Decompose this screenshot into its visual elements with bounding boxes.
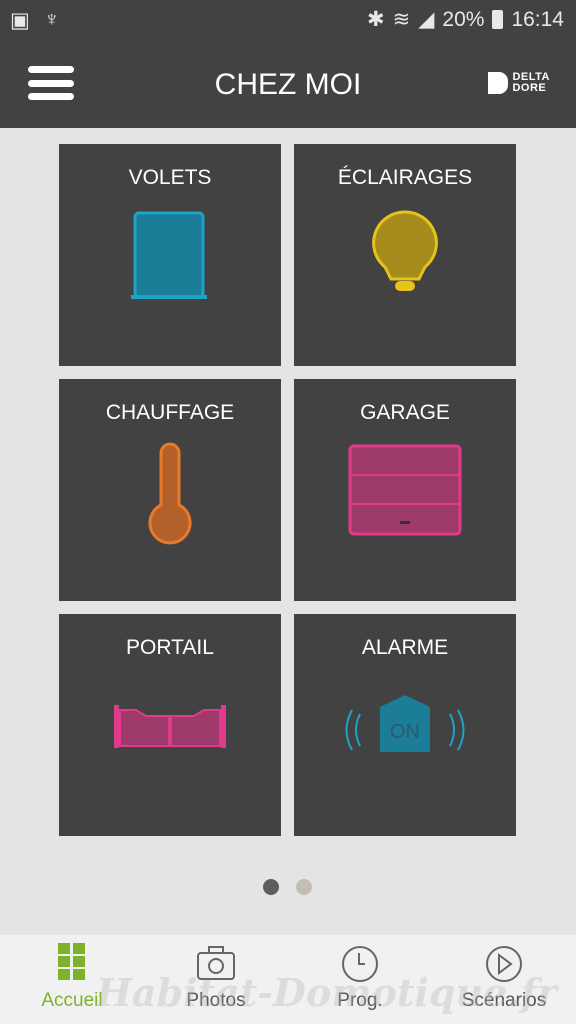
tile-alarme[interactable]: ALARME ON [294,614,516,836]
shutter-icon [131,211,207,299]
bottom-nav: Accueil Photos Prog. Scénarios [0,935,576,1024]
tile-eclairages[interactable]: ÉCLAIRAGES [294,144,516,366]
nav-label: Photos [186,990,246,1011]
camera-icon [197,946,235,980]
nav-label: Prog. [337,990,383,1011]
bluetooth-icon: ✱ [367,8,385,31]
nav-photos[interactable]: Photos [144,935,288,1024]
battery-icon [492,10,504,29]
alarm-icon: ON [345,695,465,752]
clock-icon [342,946,378,982]
page-dot[interactable] [296,879,312,895]
page-dot-active[interactable] [263,879,279,895]
grid-icon [58,943,85,980]
delta-dore-logo: DELTA DORE [488,72,550,94]
bulb-icon [372,210,438,291]
clock-time: 16:14 [511,7,564,31]
page-indicator [263,879,312,895]
usb-debug-icon: ♆ [43,8,60,31]
nav-label: Scénarios [461,990,547,1011]
nav-label: Accueil [41,990,103,1011]
alarm-status-badge: ON [390,721,420,743]
signal-icon: ◢ [418,8,435,31]
gate-icon [114,705,226,748]
nav-scenarios[interactable]: Scénarios [432,935,576,1024]
battery-text: 20% [442,7,485,31]
nav-accueil[interactable]: Accueil [0,935,144,1024]
status-bar: ▣ ♆ ✱ ≋ ◢ 20% 16:14 [0,0,576,40]
nav-prog[interactable]: Prog. [288,935,432,1024]
thermometer-icon [148,442,192,545]
tile-garage[interactable]: GARAGE [294,379,516,601]
tile-volets[interactable]: VOLETS [59,144,281,366]
play-icon [486,946,522,982]
tile-chauffage[interactable]: CHAUFFAGE [59,379,281,601]
garage-door-icon [348,444,462,536]
tile-portail[interactable]: PORTAIL [59,614,281,836]
wifi-icon: ≋ [392,8,411,31]
app-header: CHEZ MOI DELTA DORE [0,40,576,128]
image-icon: ▣ [10,9,30,32]
